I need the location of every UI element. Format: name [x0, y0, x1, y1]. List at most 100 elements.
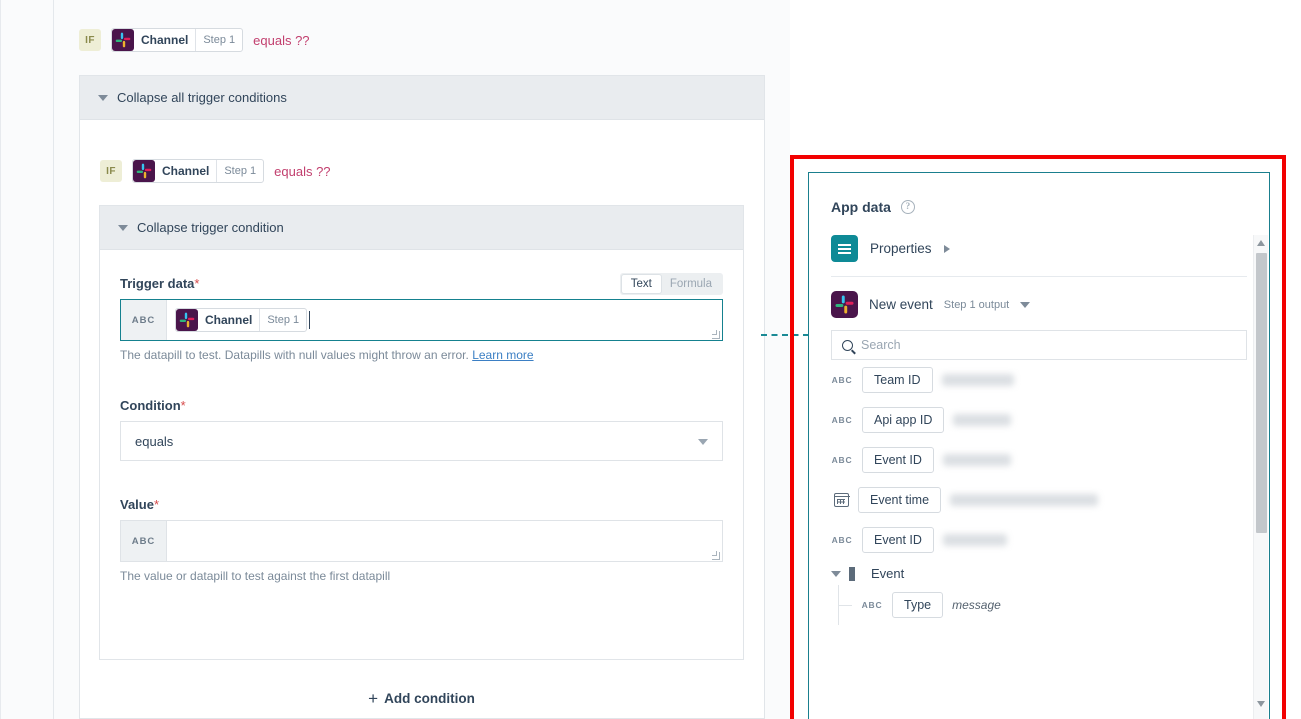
chevron-down-icon [698, 439, 708, 445]
slack-glyph [179, 312, 195, 328]
value-label-text: Value [120, 497, 154, 512]
datapill-chip[interactable]: Channel Step 1 [175, 308, 308, 332]
condition-selected-value: equals [135, 433, 174, 449]
collapse-all-trigger-conditions-button[interactable]: Collapse all trigger conditions [80, 76, 764, 120]
datapill-sample-value [942, 534, 1007, 546]
list-icon [831, 235, 858, 262]
condition-select[interactable]: equals [120, 421, 723, 461]
app-data-title: App data ? [809, 173, 1269, 215]
caret-down-icon[interactable] [831, 570, 841, 577]
source-label: New event [869, 297, 933, 312]
datapill-button[interactable]: Event time [858, 487, 942, 513]
slack-glyph [136, 163, 152, 179]
text-formula-toggle[interactable]: Text Formula [619, 273, 723, 295]
question-mark-icon[interactable]: ? [900, 200, 915, 214]
caret-down-icon [98, 94, 108, 101]
datapill-step: Step 1 [267, 314, 300, 326]
datapill-row[interactable]: ABC Team ID [831, 360, 1269, 400]
trigger-data-input[interactable]: ABC Channel Step 1 [120, 299, 723, 341]
learn-more-link[interactable]: Learn more [472, 348, 533, 362]
operator-text: equals ?? [253, 32, 310, 48]
slack-glyph [115, 32, 131, 48]
datapill-chip[interactable]: Channel Step 1 [111, 28, 244, 52]
slack-icon [176, 309, 198, 331]
required-asterisk: * [180, 398, 186, 413]
toggle-formula-option[interactable]: Formula [661, 275, 721, 293]
text-cursor [309, 311, 311, 329]
value-input[interactable]: ABC [120, 520, 723, 562]
trigger-data-hint: The datapill to test. Datapills with nul… [120, 348, 723, 362]
condition-label-text: Condition [120, 398, 181, 413]
resize-handle[interactable] [712, 330, 720, 339]
panel-title-text: App data [831, 199, 891, 215]
datapill-button[interactable]: Type [892, 592, 944, 618]
value-label: Value* [120, 497, 723, 512]
abc-icon: ABC [831, 415, 853, 425]
required-asterisk: * [153, 497, 160, 512]
search-icon [842, 339, 853, 351]
slack-icon [831, 291, 858, 318]
abc-icon: ABC [831, 535, 853, 545]
slack-glyph [835, 295, 854, 314]
toggle-text-option[interactable]: Text [621, 275, 661, 293]
datapill-field-list: ABC Team ID ABC Api app ID ABC Event ID Event … [831, 360, 1269, 560]
operator-text: equals ?? [274, 163, 331, 179]
event-group-children: ABC Type message [838, 585, 1269, 625]
abc-icon: ABC [121, 521, 167, 561]
add-condition-label: Add condition [384, 691, 475, 706]
datapill-step: Step 1 [203, 34, 236, 46]
abc-icon: ABC [121, 300, 167, 340]
app-data-list: Properties New event Step 1 output Searc… [809, 225, 1269, 719]
datapill-button[interactable]: Team ID [862, 367, 933, 393]
abc-icon: ABC [831, 455, 853, 465]
trigger-condition-summary[interactable]: IF Channel Step 1 equals ?? [79, 28, 310, 52]
search-placeholder: Search [861, 338, 901, 352]
data-source-selector[interactable]: New event Step 1 output [831, 277, 1269, 330]
abc-icon: ABC [861, 600, 883, 610]
collapse-trigger-condition-button[interactable]: Collapse trigger condition [100, 206, 743, 250]
datapill-chip[interactable]: Channel Step 1 [132, 159, 265, 183]
value-hint: The value or datapill to test against th… [120, 569, 391, 583]
resize-handle[interactable] [712, 551, 720, 560]
chevron-right-icon[interactable] [943, 244, 950, 253]
datapill-button[interactable]: Event ID [862, 447, 934, 473]
datapill-button[interactable]: Api app ID [862, 407, 945, 433]
trigger-data-input-content[interactable]: Channel Step 1 [167, 300, 722, 340]
nested-condition-summary[interactable]: IF Channel Step 1 equals ?? [100, 159, 331, 183]
event-group-label: Event [871, 566, 905, 581]
panel-scrollbar[interactable] [1253, 235, 1268, 719]
datapill-sample-value [950, 494, 1099, 506]
datapill-row[interactable]: Event time [831, 480, 1269, 520]
collapse-condition-label: Collapse trigger condition [137, 220, 284, 235]
trigger-data-label-text: Trigger data [120, 276, 195, 291]
datapill-row[interactable]: ABC Event ID [831, 520, 1269, 560]
abc-icon: ABC [831, 375, 853, 385]
properties-row[interactable]: Properties [831, 225, 1247, 277]
collapse-all-label: Collapse all trigger conditions [117, 90, 287, 105]
search-input[interactable]: Search [831, 330, 1247, 360]
properties-label: Properties [870, 241, 932, 256]
slack-icon [112, 29, 134, 51]
add-condition-button[interactable]: + Add condition [99, 690, 744, 707]
if-badge: IF [79, 29, 101, 51]
datapill-sample-value: message [952, 598, 1001, 612]
datapill-name: Channel [155, 160, 218, 182]
datapill-row[interactable]: ABC Type message [839, 585, 1269, 625]
event-group-header[interactable]: Event [831, 560, 1269, 585]
chevron-down-icon[interactable] [1020, 301, 1031, 308]
datapill-row[interactable]: ABC Event ID [831, 440, 1269, 480]
step-rail [53, 0, 54, 719]
datapill-row[interactable]: ABC Api app ID [831, 400, 1269, 440]
scroll-down-arrow-icon[interactable] [1257, 701, 1265, 707]
app-data-panel: App data ? Properties New event Step 1 o… [808, 172, 1270, 719]
value-input-content[interactable] [167, 521, 722, 561]
recipe-canvas: IF Channel Step 1 equals ?? Collapse all… [0, 0, 809, 719]
scrollbar-thumb[interactable] [1256, 253, 1267, 533]
datapill-button[interactable]: Event ID [862, 527, 934, 553]
datapill-name: Channel [198, 309, 261, 331]
datapill-name: Channel [134, 29, 197, 51]
datapill-sample-value [941, 374, 1014, 386]
scroll-up-arrow-icon[interactable] [1257, 240, 1265, 246]
required-asterisk: * [194, 276, 200, 291]
trigger-data-hint-text: The datapill to test. Datapills with nul… [120, 348, 469, 362]
